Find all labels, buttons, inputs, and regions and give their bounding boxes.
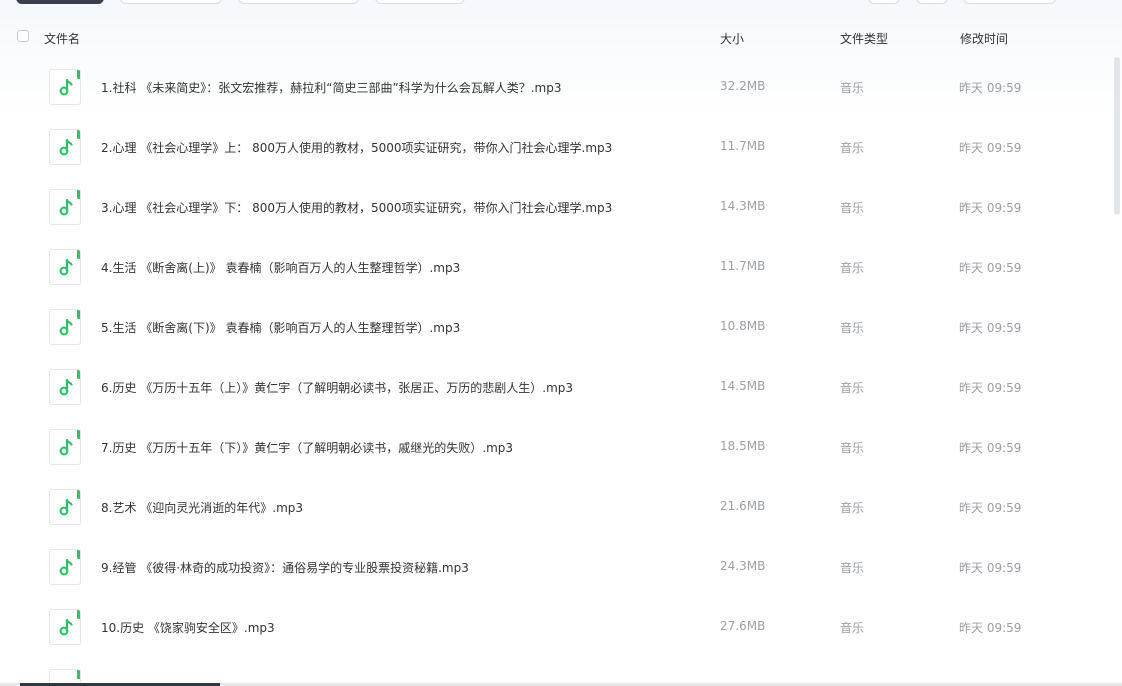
file-type: 音乐 — [840, 201, 865, 215]
file-row[interactable]: 5.生活 《断舍离(下)》 袁春楠（影响百万人的人生整理哲学）.mp3 10.8M… — [0, 297, 1110, 357]
file-name[interactable]: 2.心理 《社会心理学》上： 800万人使用的教材，5000项实证研究，带你入门… — [101, 139, 612, 156]
toolbar-icon-button[interactable] — [868, 0, 900, 4]
file-name[interactable]: 6.历史 《万历十五年（上）》黄仁宇（了解明朝必读书，张居正、万历的悲剧人生）.… — [101, 379, 573, 396]
file-modified-time: 昨天 09:59 — [959, 381, 1022, 395]
music-note-icon — [49, 489, 81, 525]
column-header-size[interactable]: 大小 — [720, 30, 744, 47]
file-size: 24.3MB — [720, 559, 766, 573]
file-modified-time: 昨天 09:59 — [959, 441, 1022, 455]
file-name[interactable]: 10.历史 《饶家驹安全区》.mp3 — [101, 619, 275, 636]
music-note-icon — [49, 189, 81, 225]
toolbar-button[interactable] — [238, 0, 359, 4]
file-row[interactable]: 1.社科 《未来简史》：张文宏推荐，赫拉利“简史三部曲”科学为什么会瓦解人类？.… — [0, 57, 1110, 117]
file-size: 32.2MB — [720, 79, 766, 93]
file-name[interactable]: 4.生活 《断舍离(上)》 袁春楠（影响百万人的人生整理哲学）.mp3 — [101, 259, 460, 276]
music-note-icon — [49, 369, 81, 405]
file-size: 11.7MB — [720, 139, 766, 153]
music-note-icon — [49, 549, 81, 585]
column-header-type[interactable]: 文件类型 — [840, 30, 888, 47]
file-size: 14.5MB — [720, 379, 766, 393]
toolbar-button[interactable] — [375, 0, 465, 4]
file-name[interactable]: 1.社科 《未来简史》：张文宏推荐，赫拉利“简史三部曲”科学为什么会瓦解人类？.… — [101, 79, 561, 96]
file-size: 14.3MB — [720, 199, 766, 213]
music-note-icon — [49, 429, 81, 465]
toolbar-primary-button[interactable] — [16, 0, 104, 4]
file-type: 音乐 — [840, 321, 865, 335]
file-row[interactable]: 8.艺术 《迎向灵光消逝的年代》.mp3 21.6MB 音乐 昨天 09:59 — [0, 477, 1110, 537]
file-row[interactable]: 4.生活 《断舍离(上)》 袁春楠（影响百万人的人生整理哲学）.mp3 11.7M… — [0, 237, 1110, 297]
file-modified-time: 昨天 09:59 — [959, 561, 1022, 575]
toolbar — [0, 0, 1122, 6]
file-modified-time: 昨天 09:59 — [959, 141, 1022, 155]
file-row[interactable]: 9.经管 《彼得·林奇的成功投资》：通俗易学的专业股票投资秘籍.mp3 24.3M… — [0, 537, 1110, 597]
file-type: 音乐 — [840, 441, 865, 455]
music-note-icon — [49, 129, 81, 165]
file-modified-time: 昨天 09:59 — [959, 501, 1022, 515]
file-size: 11.7MB — [720, 259, 766, 273]
file-modified-time: 昨天 09:59 — [959, 621, 1022, 635]
file-modified-time: 昨天 09:59 — [959, 81, 1022, 95]
column-header-name[interactable]: 文件名 — [44, 30, 80, 47]
file-row[interactable]: 7.历史 《万历十五年（下）》黄仁宇（了解明朝必读书，戚继光的失败）.mp3 18… — [0, 417, 1110, 477]
file-type: 音乐 — [840, 141, 865, 155]
file-type: 音乐 — [840, 381, 865, 395]
file-list: 1.社科 《未来简史》：张文宏推荐，赫拉利“简史三部曲”科学为什么会瓦解人类？.… — [0, 57, 1110, 657]
music-note-icon — [49, 249, 81, 285]
file-name[interactable]: 8.艺术 《迎向灵光消逝的年代》.mp3 — [101, 499, 303, 516]
toolbar-button[interactable] — [120, 0, 222, 4]
music-note-icon — [49, 309, 81, 345]
file-modified-time: 昨天 09:59 — [959, 261, 1022, 275]
column-header-modified[interactable]: 修改时间 — [960, 30, 1008, 47]
file-type: 音乐 — [840, 621, 865, 635]
select-all-checkbox[interactable] — [17, 30, 29, 42]
file-name[interactable]: 9.经管 《彼得·林奇的成功投资》：通俗易学的专业股票投资秘籍.mp3 — [101, 559, 469, 576]
scrollbar[interactable] — [1114, 57, 1120, 215]
file-size: 18.5MB — [720, 439, 766, 453]
file-name[interactable]: 5.生活 《断舍离(下)》 袁春楠（影响百万人的人生整理哲学）.mp3 — [101, 319, 460, 336]
file-name[interactable]: 3.心理 《社会心理学》下： 800万人使用的教材，5000项实证研究，带你入门… — [101, 199, 612, 216]
file-row[interactable]: 6.历史 《万历十五年（上）》黄仁宇（了解明朝必读书，张居正、万历的悲剧人生）.… — [0, 357, 1110, 417]
file-size: 21.6MB — [720, 499, 766, 513]
list-header: 文件名 大小 文件类型 修改时间 — [0, 22, 1122, 54]
file-size: 27.6MB — [720, 619, 766, 633]
music-note-icon — [49, 609, 81, 645]
file-type: 音乐 — [840, 81, 865, 95]
file-list-page: 文件名 大小 文件类型 修改时间 1.社科 《未来简史》：张文宏推荐，赫拉利“简… — [0, 0, 1122, 686]
file-row[interactable]: 10.历史 《饶家驹安全区》.mp3 27.6MB 音乐 昨天 09:59 — [0, 597, 1110, 657]
file-type: 音乐 — [840, 501, 865, 515]
file-row[interactable]: 2.心理 《社会心理学》上： 800万人使用的教材，5000项实证研究，带你入门… — [0, 117, 1110, 177]
file-modified-time: 昨天 09:59 — [959, 321, 1022, 335]
file-type: 音乐 — [840, 261, 865, 275]
music-note-icon — [49, 69, 81, 105]
toolbar-button[interactable] — [963, 0, 1056, 4]
file-name[interactable]: 7.历史 《万历十五年（下）》黄仁宇（了解明朝必读书，戚继光的失败）.mp3 — [101, 439, 513, 456]
file-row[interactable]: 3.心理 《社会心理学》下： 800万人使用的教材，5000项实证研究，带你入门… — [0, 177, 1110, 237]
file-size: 10.8MB — [720, 319, 766, 333]
toolbar-icon-button[interactable] — [916, 0, 948, 4]
file-modified-time: 昨天 09:59 — [959, 201, 1022, 215]
file-type: 音乐 — [840, 561, 865, 575]
